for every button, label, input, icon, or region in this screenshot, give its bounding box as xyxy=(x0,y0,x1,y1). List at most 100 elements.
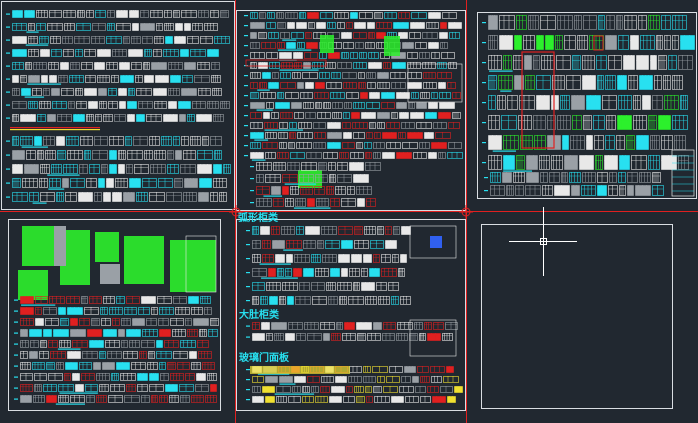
cabinet-block xyxy=(141,296,156,304)
cabinet-block xyxy=(435,132,451,139)
cabinet-block xyxy=(123,351,138,359)
cabinet-block xyxy=(428,102,438,109)
cabinet-block xyxy=(207,49,219,57)
cabinet-block xyxy=(280,82,296,89)
sheet-frame-bottom-right[interactable] xyxy=(481,224,673,409)
cabinet-block xyxy=(116,362,130,370)
cabinet-block xyxy=(678,55,693,70)
cabinet-block xyxy=(144,150,153,160)
cabinet-block xyxy=(12,36,27,44)
cabinet-block xyxy=(326,82,342,89)
cabinet-block xyxy=(106,62,118,70)
cabinet-block xyxy=(542,185,553,196)
cabinet-block xyxy=(400,254,407,263)
cabinet-block xyxy=(597,172,608,183)
cabinet-block xyxy=(250,152,264,159)
cabinet-block xyxy=(250,22,265,29)
cabinet-block xyxy=(353,102,365,109)
cabinet-block xyxy=(32,88,42,96)
cabinet-block xyxy=(407,72,422,79)
cabinet-block xyxy=(400,296,411,305)
cabinet-block xyxy=(12,10,23,18)
cabinet-block xyxy=(184,23,191,31)
cabinet-block xyxy=(393,226,400,235)
cabinet-block xyxy=(642,95,651,110)
cabinet-block xyxy=(24,164,39,174)
cabinet-block xyxy=(63,49,74,57)
cabinet-block xyxy=(384,12,397,19)
cabinet-block xyxy=(154,150,166,160)
cabinet-block xyxy=(342,122,351,129)
cabinet-block xyxy=(381,268,397,277)
cad-model-space[interactable] xyxy=(0,0,698,423)
cabinet-block xyxy=(22,178,38,188)
cabinet-block xyxy=(159,395,168,403)
cabinet-block xyxy=(167,150,174,160)
cabinet-block xyxy=(156,23,163,31)
cabinet-block xyxy=(28,49,39,57)
cabinet-block xyxy=(322,254,337,263)
cabinet-block xyxy=(168,101,177,109)
sheet-content-top-right xyxy=(482,15,695,197)
cabinet-block xyxy=(449,32,460,39)
cabinet-block xyxy=(154,36,164,44)
cabinet-block xyxy=(274,333,284,341)
cabinet-block xyxy=(197,164,212,174)
cabinet-block xyxy=(636,55,649,70)
cabinet-block xyxy=(534,135,546,150)
cabinet-block xyxy=(129,178,141,188)
sheet-content-top-left xyxy=(6,10,231,204)
cabinet-block xyxy=(12,164,23,174)
cabinet-block xyxy=(138,101,153,109)
cabinet-block xyxy=(564,155,578,170)
cabinet-block xyxy=(518,115,532,130)
cabinet-block xyxy=(155,75,169,83)
cad-annotation xyxy=(489,70,513,72)
cabinet-block xyxy=(106,178,114,188)
cabinet-block xyxy=(66,296,80,304)
cabinet-block xyxy=(560,95,570,110)
cabinet-block xyxy=(185,318,192,326)
cabinet-block xyxy=(618,95,632,110)
cabinet-block xyxy=(85,384,98,392)
cabinet-block xyxy=(174,36,186,44)
cabinet-block xyxy=(350,52,358,59)
cabinet-block xyxy=(414,322,423,330)
cabinet-block xyxy=(401,376,411,383)
cabinet-block xyxy=(202,362,215,370)
cabinet-block xyxy=(48,62,59,70)
cad-annotation xyxy=(484,177,488,179)
cad-annotation xyxy=(246,389,250,391)
cabinet-block xyxy=(315,396,328,403)
cabinet-block xyxy=(252,268,267,277)
cabinet-block xyxy=(639,75,653,90)
cabinet-block xyxy=(296,142,312,149)
cabinet-block xyxy=(540,15,556,30)
cad-annotation xyxy=(482,162,486,164)
red-selection-box xyxy=(593,35,604,51)
cabinet-block xyxy=(446,366,454,373)
cabinet-block xyxy=(134,164,149,174)
cabinet-block xyxy=(602,95,617,110)
cabinet-block xyxy=(366,102,380,109)
cabinet-block xyxy=(160,373,169,381)
cabinet-block xyxy=(191,362,201,370)
cabinet-block xyxy=(69,75,84,83)
cabinet-block xyxy=(169,395,179,403)
crosshair-icon[interactable] xyxy=(509,207,577,276)
cabinet-block xyxy=(180,395,190,403)
cabinet-block xyxy=(370,240,384,249)
cabinet-block xyxy=(488,15,498,30)
cabinet-block xyxy=(628,75,638,90)
cabinet-block xyxy=(533,55,540,70)
cabinet-block xyxy=(664,95,679,110)
cabinet-block xyxy=(332,102,343,109)
cabinet-block xyxy=(250,32,257,39)
cabinet-block xyxy=(396,92,410,99)
cabinet-block xyxy=(262,254,274,263)
cabinet-block xyxy=(409,32,421,39)
cabinet-block xyxy=(661,15,671,30)
cad-annotation xyxy=(274,393,315,395)
cabinet-block xyxy=(271,226,280,235)
cabinet-block xyxy=(48,373,63,381)
